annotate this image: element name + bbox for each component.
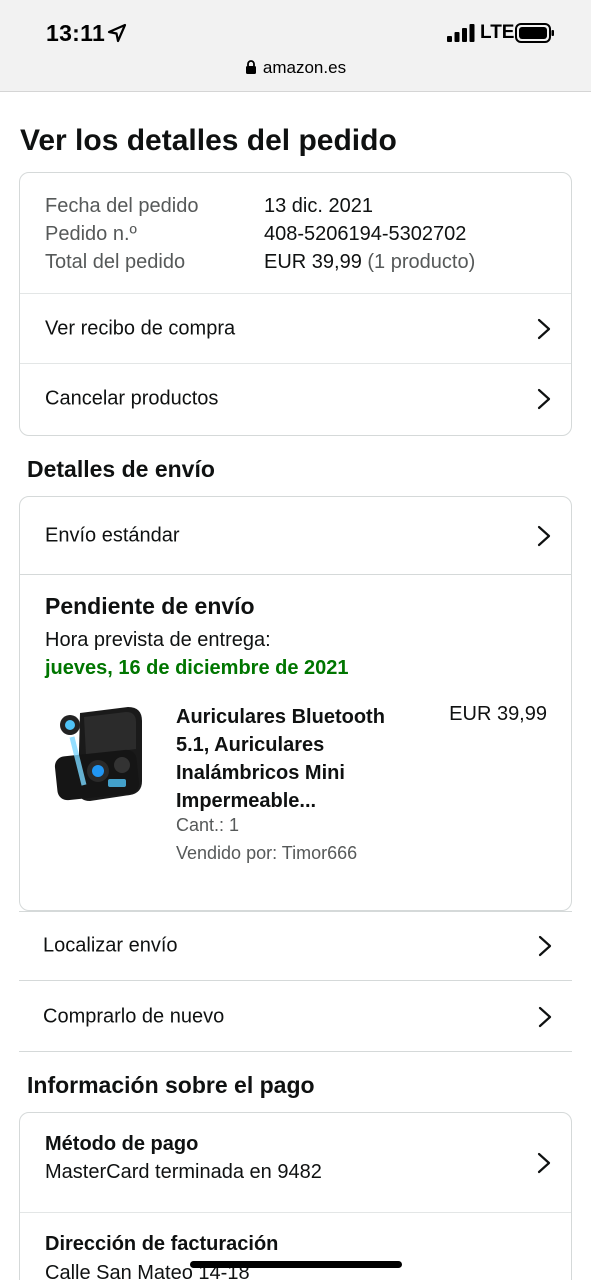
chevron-right-icon [537, 318, 551, 339]
buy-again-link[interactable]: Comprarlo de nuevo [19, 982, 572, 1052]
cancel-products-link[interactable]: Cancelar productos [20, 363, 571, 433]
status-time: 13:11 [46, 20, 106, 46]
product-quantity: Cant.: 1 [176, 815, 240, 835]
billing-address-title: Dirección de facturación [45, 1233, 279, 1255]
browser-top-bar: 13:11 LTE amazon.es [0, 0, 591, 92]
chevron-right-icon [537, 525, 551, 546]
product-image[interactable] [50, 701, 150, 809]
shipping-section-title: Detalles de envío [27, 456, 215, 482]
order-date-label: Fecha del pedido [45, 195, 199, 217]
payment-method-link[interactable]: Método de pago MasterCard terminada en 9… [20, 1113, 571, 1213]
order-total-amount: EUR 39,99 [264, 251, 362, 273]
network-type: LTE [480, 22, 515, 43]
signal-icon [447, 24, 475, 42]
shipping-method-label: Envío estándar [45, 524, 180, 546]
product-seller: Vendido por: Timor666 [176, 843, 358, 863]
lock-icon [245, 60, 256, 74]
eta-date: jueves, 16 de diciembre de 2021 [45, 657, 349, 679]
chevron-right-icon [538, 1006, 552, 1027]
chevron-right-icon [537, 388, 551, 409]
home-indicator[interactable] [190, 1261, 402, 1268]
track-package-label: Localizar envío [43, 934, 178, 957]
order-date-value: 13 dic. 2021 [264, 195, 373, 217]
location-arrow-icon [107, 23, 127, 43]
buy-again-label: Comprarlo de nuevo [43, 1005, 225, 1027]
chevron-right-icon [538, 935, 552, 957]
order-total-label: Total del pedido [45, 251, 186, 273]
view-receipt-label: Ver recibo de compra [45, 317, 236, 339]
url-bar[interactable]: amazon.es [0, 58, 591, 78]
shipping-card: Envío estándar Pendiente de envío Hora p… [19, 496, 572, 911]
shipping-method-link[interactable]: Envío estándar [20, 497, 571, 575]
order-number-value: 408-5206194-5302702 [264, 223, 467, 245]
chevron-right-icon [537, 1152, 551, 1173]
payment-method-title: Método de pago [45, 1133, 199, 1155]
payment-section-title: Información sobre el pago [27, 1072, 315, 1098]
payment-method-value: MasterCard terminada en 9482 [45, 1161, 322, 1183]
eta-label: Hora prevista de entrega: [45, 629, 271, 651]
payment-card: Método de pago MasterCard terminada en 9… [19, 1112, 572, 1280]
order-total-count: (1 producto) [361, 251, 476, 273]
product-price: EUR 39,99 [449, 703, 547, 725]
cancel-products-label: Cancelar productos [45, 387, 219, 409]
page-title: Ver los detalles del pedido [20, 124, 397, 157]
track-package-link[interactable]: Localizar envío [19, 911, 572, 981]
shipment-status: Pendiente de envío [45, 593, 255, 619]
order-summary-card: Fecha del pedido 13 dic. 2021 Pedido n.º… [19, 172, 572, 436]
order-number-label: Pedido n.º [45, 223, 137, 245]
view-receipt-link[interactable]: Ver recibo de compra [20, 293, 571, 363]
url-text: amazon.es [262, 58, 347, 77]
product-name-link[interactable]: Auriculares Bluetooth 5.1, Auriculares I… [176, 703, 412, 815]
battery-icon [515, 23, 554, 43]
order-total-value: EUR 39,99 (1 producto) [264, 251, 475, 274]
